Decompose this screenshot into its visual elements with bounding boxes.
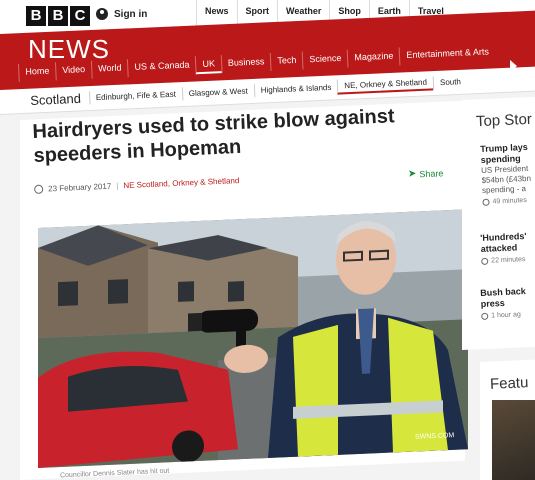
sign-in-link[interactable]: Sign in — [96, 8, 147, 20]
top-stories-heading: Top Stor — [475, 110, 533, 131]
subnav-glasgow[interactable]: Glasgow & West — [181, 84, 255, 101]
subnav-highlands[interactable]: Highlands & Islands — [253, 80, 338, 98]
sign-in-label: Sign in — [114, 8, 148, 20]
bbc-logo-letter[interactable]: B — [48, 6, 68, 26]
newsnav-business[interactable]: Business — [220, 52, 271, 74]
bbc-logo-letter[interactable]: C — [70, 6, 90, 26]
share-button[interactable]: ➤ Share — [408, 167, 444, 180]
story-time: 22 minutes — [491, 256, 526, 265]
story-title[interactable]: Trump lays spending — [480, 141, 535, 166]
features-heading: Featu — [489, 374, 529, 393]
story-summary: US President $54bn (£43bn spending - a — [480, 163, 532, 195]
newsnav-world[interactable]: World — [90, 59, 128, 79]
subnav-edinburgh[interactable]: Edinburgh, Fife & East — [88, 87, 183, 105]
user-icon — [96, 8, 108, 20]
newsnav-magazine[interactable]: Magazine — [347, 47, 400, 68]
region-title[interactable]: Scotland — [30, 91, 81, 108]
feature-thumbnail[interactable] — [492, 400, 535, 480]
photo-illustration — [38, 209, 468, 468]
story-item[interactable]: Bush back press 1 hour ag — [480, 285, 535, 320]
bbc-logo-letter[interactable]: B — [26, 6, 46, 26]
share-icon: ➤ — [407, 168, 417, 180]
share-label: Share — [419, 167, 444, 179]
clock-icon — [34, 184, 44, 194]
story-item[interactable]: Trump lays spending US President $54bn (… — [480, 141, 535, 206]
clock-icon — [482, 198, 490, 206]
newsnav-video[interactable]: Video — [54, 60, 92, 81]
newsnav-home[interactable]: Home — [18, 62, 56, 82]
meta-separator: | — [116, 181, 119, 191]
browser-page: B B C Sign in News Sport Weather Shop Ea… — [0, 0, 535, 480]
subnav-south[interactable]: South — [432, 74, 468, 90]
newsnav-tech[interactable]: Tech — [270, 51, 303, 71]
story-time: 49 minutes — [492, 197, 527, 206]
newsnav-science[interactable]: Science — [302, 49, 348, 70]
clock-icon — [481, 257, 489, 265]
story-time: 1 hour ag — [491, 311, 521, 320]
article-photo[interactable] — [38, 209, 468, 468]
story-item[interactable]: 'Hundreds' attacked 22 minutes — [480, 230, 535, 265]
newsnav-uk[interactable]: UK — [195, 55, 222, 75]
clock-icon — [481, 312, 489, 320]
newsnav-us-canada[interactable]: US & Canada — [127, 56, 196, 78]
story-title[interactable]: Bush back press — [480, 285, 535, 310]
story-title[interactable]: 'Hundreds' attacked — [480, 230, 535, 255]
